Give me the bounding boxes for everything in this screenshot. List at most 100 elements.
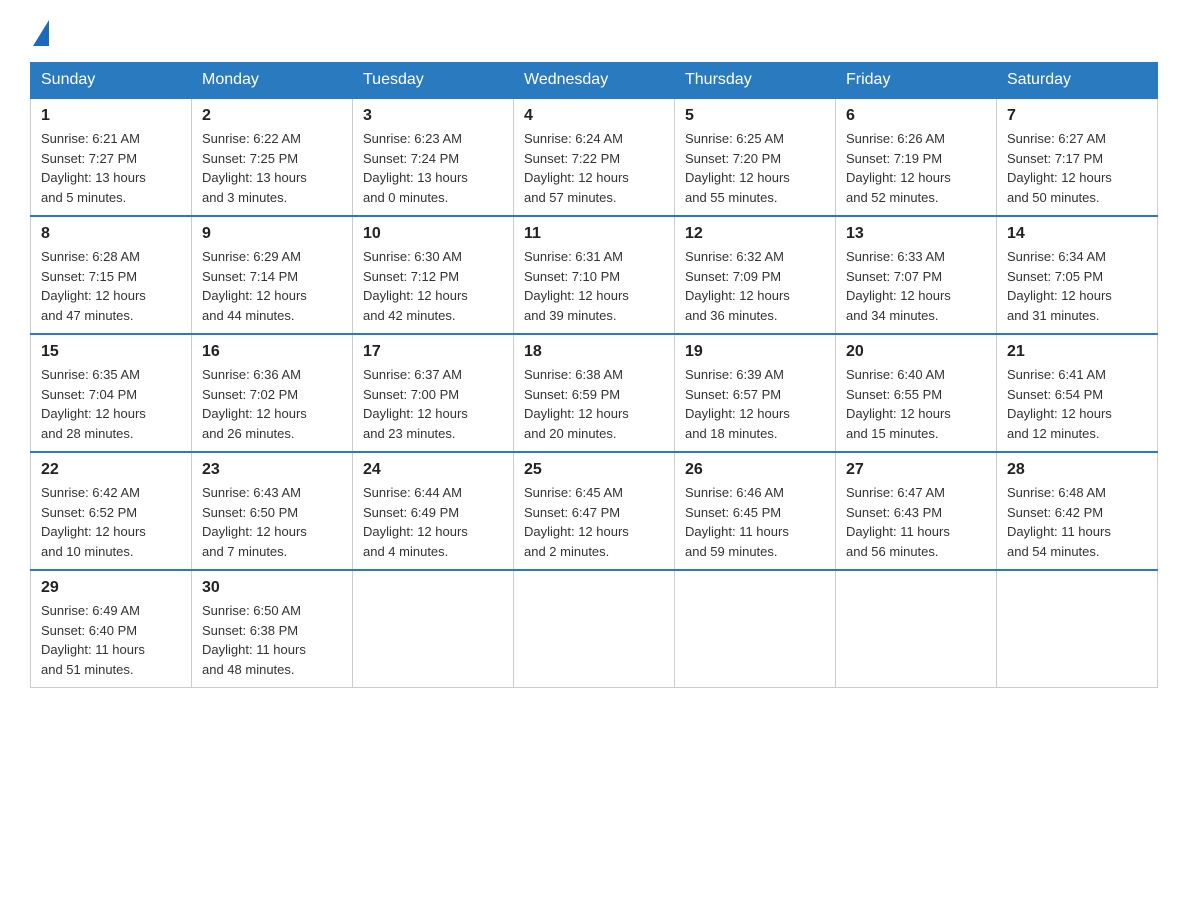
calendar-cell: 2 Sunrise: 6:22 AMSunset: 7:25 PMDaylight… <box>192 98 353 216</box>
calendar-cell <box>514 570 675 688</box>
calendar-cell: 18Sunrise: 6:38 AMSunset: 6:59 PMDayligh… <box>514 334 675 452</box>
calendar-cell: 28 Sunrise: 6:48 AMSunset: 6:42 PMDayligh… <box>997 452 1158 570</box>
day-info: Sunrise: 6:41 AMSunset: 6:54 PMDaylight:… <box>1007 365 1147 443</box>
calendar-cell: 20 Sunrise: 6:40 AMSunset: 6:55 PMDayligh… <box>836 334 997 452</box>
calendar-cell: 9 Sunrise: 6:29 AMSunset: 7:14 PMDaylight… <box>192 216 353 334</box>
day-number: 28 <box>1007 461 1147 479</box>
day-number: 19 <box>685 343 825 361</box>
day-info: Sunrise: 6:50 AMSunset: 6:38 PMDaylight:… <box>202 601 342 679</box>
day-number: 17 <box>363 343 503 361</box>
day-info: Sunrise: 6:35 AMSunset: 7:04 PMDaylight:… <box>41 365 181 443</box>
calendar-cell: 1 Sunrise: 6:21 AMSunset: 7:27 PMDaylight… <box>31 98 192 216</box>
day-info: Sunrise: 6:23 AMSunset: 7:24 PMDaylight:… <box>363 129 503 207</box>
col-header-wednesday: Wednesday <box>514 63 675 99</box>
day-info: Sunrise: 6:34 AMSunset: 7:05 PMDaylight:… <box>1007 247 1147 325</box>
day-number: 8 <box>41 225 181 243</box>
day-info: Sunrise: 6:37 AMSunset: 7:00 PMDaylight:… <box>363 365 503 443</box>
day-info: Sunrise: 6:36 AMSunset: 7:02 PMDaylight:… <box>202 365 342 443</box>
day-info: Sunrise: 6:29 AMSunset: 7:14 PMDaylight:… <box>202 247 342 325</box>
day-number: 2 <box>202 107 342 125</box>
calendar-cell: 16 Sunrise: 6:36 AMSunset: 7:02 PMDayligh… <box>192 334 353 452</box>
day-info: Sunrise: 6:22 AMSunset: 7:25 PMDaylight:… <box>202 129 342 207</box>
calendar-cell: 3 Sunrise: 6:23 AMSunset: 7:24 PMDaylight… <box>353 98 514 216</box>
col-header-friday: Friday <box>836 63 997 99</box>
day-info: Sunrise: 6:21 AMSunset: 7:27 PMDaylight:… <box>41 129 181 207</box>
calendar-week-row: 1 Sunrise: 6:21 AMSunset: 7:27 PMDaylight… <box>31 98 1158 216</box>
logo-arrow-icon <box>33 20 49 46</box>
calendar-week-row: 8 Sunrise: 6:28 AMSunset: 7:15 PMDaylight… <box>31 216 1158 334</box>
day-number: 30 <box>202 579 342 597</box>
col-header-monday: Monday <box>192 63 353 99</box>
col-header-saturday: Saturday <box>997 63 1158 99</box>
day-info: Sunrise: 6:38 AMSunset: 6:59 PMDaylight:… <box>524 365 664 443</box>
calendar-cell: 30 Sunrise: 6:50 AMSunset: 6:38 PMDayligh… <box>192 570 353 688</box>
day-number: 6 <box>846 107 986 125</box>
day-number: 27 <box>846 461 986 479</box>
day-number: 4 <box>524 107 664 125</box>
calendar-cell: 26 Sunrise: 6:46 AMSunset: 6:45 PMDayligh… <box>675 452 836 570</box>
calendar-cell: 11 Sunrise: 6:31 AMSunset: 7:10 PMDayligh… <box>514 216 675 334</box>
calendar-cell <box>997 570 1158 688</box>
calendar-cell <box>353 570 514 688</box>
day-number: 25 <box>524 461 664 479</box>
day-info: Sunrise: 6:49 AMSunset: 6:40 PMDaylight:… <box>41 601 181 679</box>
day-number: 22 <box>41 461 181 479</box>
day-info: Sunrise: 6:46 AMSunset: 6:45 PMDaylight:… <box>685 483 825 561</box>
day-number: 23 <box>202 461 342 479</box>
col-header-sunday: Sunday <box>31 63 192 99</box>
day-number: 26 <box>685 461 825 479</box>
day-number: 5 <box>685 107 825 125</box>
day-number: 29 <box>41 579 181 597</box>
day-number: 13 <box>846 225 986 243</box>
calendar-cell: 27Sunrise: 6:47 AMSunset: 6:43 PMDayligh… <box>836 452 997 570</box>
day-info: Sunrise: 6:26 AMSunset: 7:19 PMDaylight:… <box>846 129 986 207</box>
col-header-tuesday: Tuesday <box>353 63 514 99</box>
page-header <box>30 20 1158 46</box>
day-number: 11 <box>524 225 664 243</box>
day-info: Sunrise: 6:30 AMSunset: 7:12 PMDaylight:… <box>363 247 503 325</box>
day-number: 1 <box>41 107 181 125</box>
col-header-thursday: Thursday <box>675 63 836 99</box>
day-number: 9 <box>202 225 342 243</box>
day-number: 3 <box>363 107 503 125</box>
calendar-cell: 19 Sunrise: 6:39 AMSunset: 6:57 PMDayligh… <box>675 334 836 452</box>
day-number: 20 <box>846 343 986 361</box>
day-number: 15 <box>41 343 181 361</box>
day-number: 21 <box>1007 343 1147 361</box>
calendar-cell: 23Sunrise: 6:43 AMSunset: 6:50 PMDayligh… <box>192 452 353 570</box>
calendar-cell: 4 Sunrise: 6:24 AMSunset: 7:22 PMDaylight… <box>514 98 675 216</box>
day-number: 14 <box>1007 225 1147 243</box>
calendar-week-row: 22 Sunrise: 6:42 AMSunset: 6:52 PMDayligh… <box>31 452 1158 570</box>
calendar-cell: 25 Sunrise: 6:45 AMSunset: 6:47 PMDayligh… <box>514 452 675 570</box>
day-info: Sunrise: 6:24 AMSunset: 7:22 PMDaylight:… <box>524 129 664 207</box>
day-info: Sunrise: 6:32 AMSunset: 7:09 PMDaylight:… <box>685 247 825 325</box>
day-number: 24 <box>363 461 503 479</box>
calendar-week-row: 15 Sunrise: 6:35 AMSunset: 7:04 PMDayligh… <box>31 334 1158 452</box>
day-info: Sunrise: 6:45 AMSunset: 6:47 PMDaylight:… <box>524 483 664 561</box>
day-number: 12 <box>685 225 825 243</box>
day-number: 16 <box>202 343 342 361</box>
calendar-header-row: SundayMondayTuesdayWednesdayThursdayFrid… <box>31 63 1158 99</box>
day-info: Sunrise: 6:25 AMSunset: 7:20 PMDaylight:… <box>685 129 825 207</box>
day-number: 10 <box>363 225 503 243</box>
calendar-cell: 7Sunrise: 6:27 AMSunset: 7:17 PMDaylight… <box>997 98 1158 216</box>
calendar-cell: 13 Sunrise: 6:33 AMSunset: 7:07 PMDayligh… <box>836 216 997 334</box>
day-info: Sunrise: 6:28 AMSunset: 7:15 PMDaylight:… <box>41 247 181 325</box>
day-info: Sunrise: 6:42 AMSunset: 6:52 PMDaylight:… <box>41 483 181 561</box>
calendar-table: SundayMondayTuesdayWednesdayThursdayFrid… <box>30 62 1158 688</box>
day-info: Sunrise: 6:33 AMSunset: 7:07 PMDaylight:… <box>846 247 986 325</box>
day-info: Sunrise: 6:44 AMSunset: 6:49 PMDaylight:… <box>363 483 503 561</box>
calendar-cell: 14 Sunrise: 6:34 AMSunset: 7:05 PMDayligh… <box>997 216 1158 334</box>
calendar-cell: 22 Sunrise: 6:42 AMSunset: 6:52 PMDayligh… <box>31 452 192 570</box>
calendar-cell <box>675 570 836 688</box>
calendar-cell: 8 Sunrise: 6:28 AMSunset: 7:15 PMDaylight… <box>31 216 192 334</box>
calendar-cell: 24 Sunrise: 6:44 AMSunset: 6:49 PMDayligh… <box>353 452 514 570</box>
day-info: Sunrise: 6:39 AMSunset: 6:57 PMDaylight:… <box>685 365 825 443</box>
day-info: Sunrise: 6:40 AMSunset: 6:55 PMDaylight:… <box>846 365 986 443</box>
calendar-cell <box>836 570 997 688</box>
calendar-cell: 29 Sunrise: 6:49 AMSunset: 6:40 PMDayligh… <box>31 570 192 688</box>
calendar-cell: 15 Sunrise: 6:35 AMSunset: 7:04 PMDayligh… <box>31 334 192 452</box>
day-info: Sunrise: 6:48 AMSunset: 6:42 PMDaylight:… <box>1007 483 1147 561</box>
day-info: Sunrise: 6:31 AMSunset: 7:10 PMDaylight:… <box>524 247 664 325</box>
calendar-cell: 12 Sunrise: 6:32 AMSunset: 7:09 PMDayligh… <box>675 216 836 334</box>
